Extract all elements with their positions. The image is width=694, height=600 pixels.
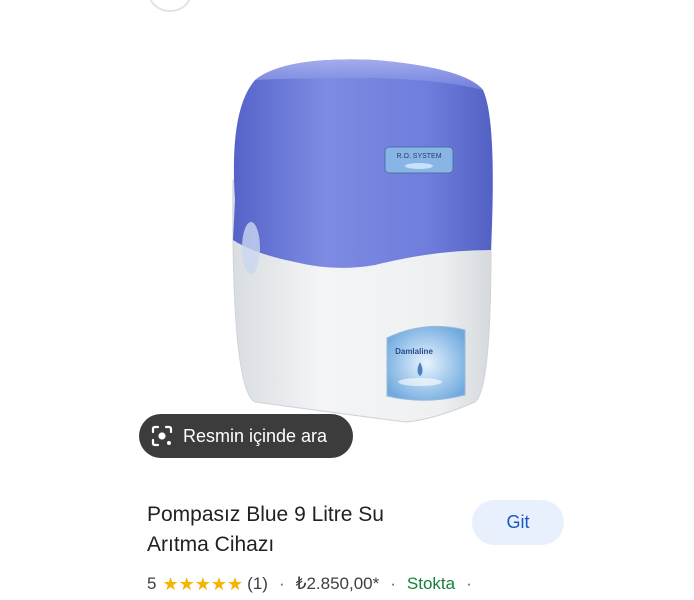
- rating-stars: ★ ★ ★ ★ ★: [162, 575, 243, 593]
- go-button[interactable]: Git: [472, 500, 564, 545]
- star-icon: ★: [194, 574, 211, 594]
- star-icon: ★: [227, 574, 244, 594]
- lens-icon: [149, 423, 175, 449]
- ro-system-label: [384, 146, 454, 174]
- search-in-image-label: Resmin içinde ara: [183, 425, 328, 446]
- device-cap: [233, 59, 493, 268]
- star-icon: ★: [178, 574, 195, 594]
- star-icon: ★: [210, 574, 228, 594]
- product-meta-row: 5 ★ ★ ★ ★ ★ (1) · ₺2.850,00* · Stokta ·: [147, 572, 483, 596]
- brand-logo: Damlaline: [395, 347, 433, 356]
- stock-status: Stokta: [406, 574, 456, 593]
- product-detail-page: R.O. SYSTEM Damlaline Resmin içinde ara …: [0, 0, 694, 600]
- product-title[interactable]: Pompasız Blue 9 Litre Su Arıtma Cihazı: [147, 500, 447, 560]
- separator-dot: ·: [278, 574, 285, 593]
- search-in-image-button[interactable]: Resmin içinde ara: [139, 414, 353, 458]
- label-ripple: [405, 163, 433, 169]
- rating-value: 5: [147, 574, 157, 593]
- ro-system-text: R.O. SYSTEM: [396, 153, 441, 160]
- star-icon: ★: [162, 574, 179, 594]
- panel-ripple: [398, 378, 442, 386]
- separator-dot: ·: [466, 574, 472, 593]
- separator-dot: ·: [390, 574, 396, 593]
- partial-circle-button[interactable]: [149, 0, 191, 12]
- review-count[interactable]: (1): [247, 574, 268, 594]
- water-panel: [386, 325, 466, 401]
- product-image[interactable]: R.O. SYSTEM Damlaline: [215, 50, 505, 430]
- side-emblem: [242, 222, 260, 274]
- product-price: ₺2.850,00*: [295, 574, 380, 593]
